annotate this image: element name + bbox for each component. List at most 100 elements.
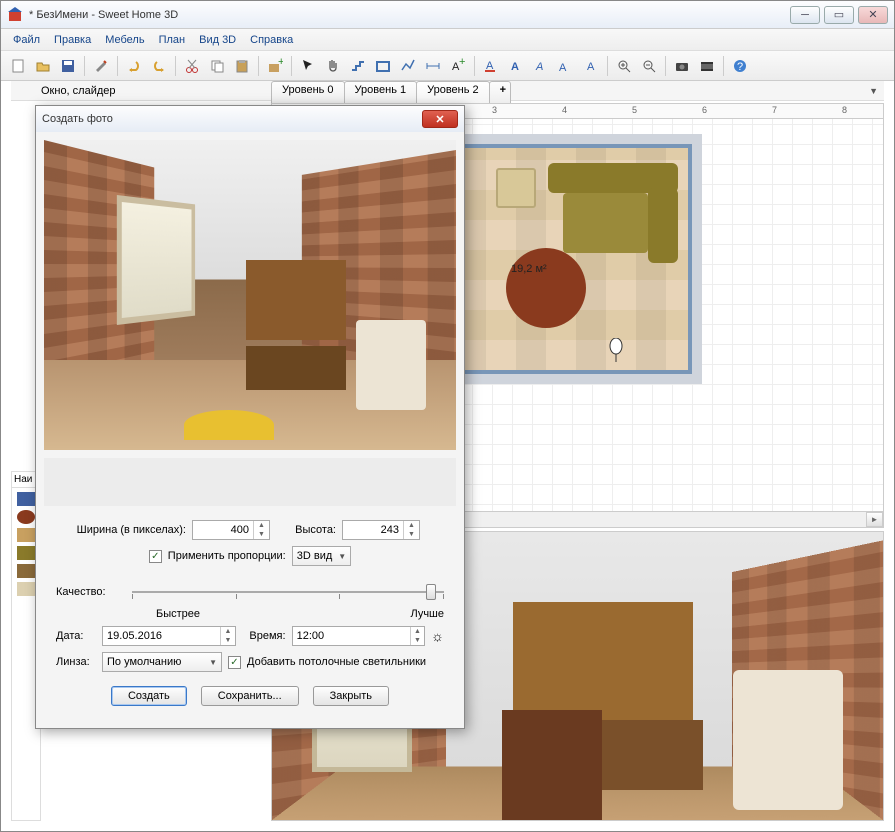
redo-icon[interactable]: [148, 55, 170, 77]
window-title: * БезИмени - Sweet Home 3D: [29, 9, 790, 21]
tab-level0[interactable]: Уровень 0: [271, 81, 345, 103]
save-icon[interactable]: [57, 55, 79, 77]
camera-indicator-icon[interactable]: [606, 338, 626, 364]
date-label: Дата:: [56, 630, 96, 642]
chevron-down-icon: ▼: [209, 658, 217, 667]
create-photo-dialog: Создать фото ✕ Ширина (в пикселах): ▲▼ В…: [35, 105, 465, 729]
save-button[interactable]: Сохранить...: [201, 686, 299, 706]
minimize-button[interactable]: ─: [790, 6, 820, 24]
menubar: Файл Правка Мебель План Вид 3D Справка: [1, 29, 894, 51]
zoom-out-icon[interactable]: [638, 55, 660, 77]
menu-help[interactable]: Справка: [244, 32, 299, 48]
text-bold-icon[interactable]: A: [505, 55, 527, 77]
list-item[interactable]: [17, 546, 35, 560]
select-icon[interactable]: [297, 55, 319, 77]
quality-faster-label: Быстрее: [156, 608, 200, 620]
create-dimension-icon[interactable]: [422, 55, 444, 77]
text-color-icon[interactable]: A: [480, 55, 502, 77]
main-titlebar: * БезИмени - Sweet Home 3D ─ ▭ ✕: [1, 1, 894, 29]
dialog-close-button[interactable]: ✕: [422, 110, 458, 128]
width-label: Ширина (в пикселах):: [56, 524, 186, 536]
decrease-text-icon[interactable]: A: [580, 55, 602, 77]
list-item[interactable]: [17, 582, 35, 596]
menu-plan[interactable]: План: [153, 32, 192, 48]
open-icon[interactable]: [32, 55, 54, 77]
preferences-icon[interactable]: [90, 55, 112, 77]
date-input[interactable]: [103, 627, 220, 645]
svg-text:?: ?: [737, 61, 743, 73]
list-item[interactable]: [17, 510, 35, 524]
sun-icon[interactable]: ☼: [431, 628, 444, 644]
width-input[interactable]: [193, 521, 253, 539]
list-item[interactable]: [17, 564, 35, 578]
dialog-titlebar[interactable]: Создать фото ✕: [36, 106, 464, 132]
list-item[interactable]: [17, 492, 35, 506]
tab-add-level[interactable]: +: [489, 81, 511, 103]
pan-icon[interactable]: [322, 55, 344, 77]
menu-furniture[interactable]: Мебель: [99, 32, 150, 48]
svg-text:+: +: [278, 58, 283, 68]
increase-text-icon[interactable]: A: [555, 55, 577, 77]
lens-label: Линза:: [56, 656, 96, 668]
room-area-label: 19,2 м²: [511, 263, 547, 275]
furniture-chair[interactable]: [496, 168, 536, 208]
apply-ratio-checkbox[interactable]: ✓: [149, 550, 162, 563]
armchair-3d: [733, 670, 843, 810]
quality-slider[interactable]: [132, 582, 444, 602]
chevron-down-icon: ▼: [338, 552, 346, 561]
toolbar: + A+ A A A A A ?: [1, 51, 894, 81]
app-icon: [7, 7, 23, 23]
tab-level1[interactable]: Уровень 1: [344, 81, 418, 103]
time-input[interactable]: [293, 627, 410, 645]
ratio-combo[interactable]: 3D вид ▼: [292, 546, 351, 566]
undo-icon[interactable]: [123, 55, 145, 77]
svg-text:A: A: [587, 61, 595, 73]
maximize-button[interactable]: ▭: [824, 6, 854, 24]
furniture-sofa[interactable]: [548, 163, 678, 263]
create-room-icon[interactable]: [372, 55, 394, 77]
list-item[interactable]: [17, 528, 35, 542]
level-tabs: Уровень 0 Уровень 1 Уровень 2 +: [271, 81, 510, 103]
svg-text:A: A: [511, 61, 519, 73]
ceiling-lights-label: Добавить потолочные светильники: [247, 656, 426, 668]
svg-text:A: A: [535, 61, 543, 73]
time-label: Время:: [242, 630, 286, 642]
menu-view3d[interactable]: Вид 3D: [193, 32, 242, 48]
chair-3d: [502, 710, 602, 820]
quality-label: Качество:: [56, 586, 126, 598]
chevron-down-icon: ▼: [869, 86, 878, 96]
add-furniture-icon[interactable]: +: [264, 55, 286, 77]
photo-icon[interactable]: [671, 55, 693, 77]
width-spinner[interactable]: ▲▼: [192, 520, 270, 540]
lens-combo[interactable]: По умолчанию ▼: [102, 652, 222, 672]
create-text-icon[interactable]: A+: [447, 55, 469, 77]
height-spinner[interactable]: ▲▼: [342, 520, 420, 540]
video-icon[interactable]: [696, 55, 718, 77]
close-dialog-button[interactable]: Закрыть: [313, 686, 389, 706]
new-icon[interactable]: [7, 55, 29, 77]
cut-icon[interactable]: [181, 55, 203, 77]
tab-level2[interactable]: Уровень 2: [416, 81, 490, 103]
menu-edit[interactable]: Правка: [48, 32, 97, 48]
apply-ratio-label: Применить пропорции:: [168, 550, 286, 562]
date-spinner[interactable]: ▲▼: [102, 626, 236, 646]
close-button[interactable]: ✕: [858, 6, 888, 24]
height-input[interactable]: [343, 521, 403, 539]
create-walls-icon[interactable]: [347, 55, 369, 77]
zoom-in-icon[interactable]: [613, 55, 635, 77]
paste-icon[interactable]: [231, 55, 253, 77]
height-label: Высота:: [276, 524, 336, 536]
create-polyline-icon[interactable]: [397, 55, 419, 77]
svg-text:A: A: [559, 62, 567, 74]
time-spinner[interactable]: ▲▼: [292, 626, 426, 646]
create-button[interactable]: Создать: [111, 686, 187, 706]
quality-better-label: Лучше: [410, 608, 444, 620]
help-icon[interactable]: ?: [729, 55, 751, 77]
ceiling-lights-checkbox[interactable]: ✓: [228, 656, 241, 669]
svg-text:+: +: [459, 58, 465, 68]
photo-preview: [44, 140, 456, 450]
text-italic-icon[interactable]: A: [530, 55, 552, 77]
menu-file[interactable]: Файл: [7, 32, 46, 48]
dialog-title: Создать фото: [42, 113, 422, 125]
copy-icon[interactable]: [206, 55, 228, 77]
